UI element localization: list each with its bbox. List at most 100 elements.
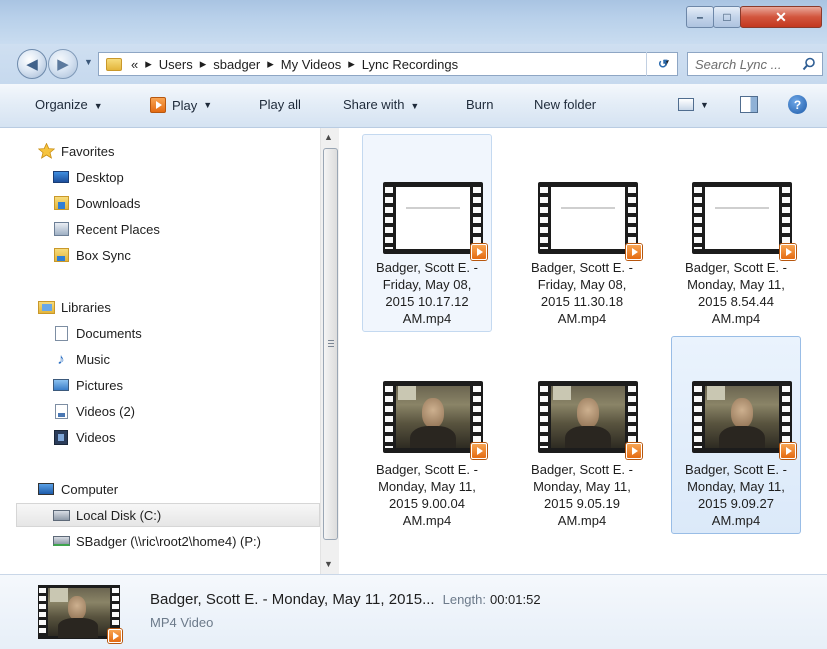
play-overlay-icon xyxy=(626,443,642,459)
overflow-chevron[interactable]: « xyxy=(131,57,138,72)
play-all-button[interactable]: Play all xyxy=(259,97,301,112)
nav-videos-2[interactable]: Videos (2) xyxy=(0,399,320,423)
play-label: Play xyxy=(172,97,198,113)
nav-label: Documents xyxy=(76,325,142,341)
search-icon[interactable] xyxy=(802,57,816,71)
title-bar: – □ ✕ xyxy=(0,0,827,44)
search-input[interactable] xyxy=(695,56,805,72)
back-button[interactable]: ◀ xyxy=(17,49,47,79)
grip-icon xyxy=(328,340,334,347)
back-arrow-icon: ◀ xyxy=(26,56,38,73)
nav-box-sync[interactable]: Box Sync xyxy=(0,243,320,267)
nav-local-disk[interactable]: Local Disk (C:) xyxy=(16,503,320,527)
nav-scrollbar[interactable]: ▲ ▼ xyxy=(320,128,339,574)
nav-network-drive[interactable]: SBadger (\\ric\root2\home4) (P:) xyxy=(0,529,320,553)
file-item[interactable]: Badger, Scott E. - Monday, May 11, 2015 9.… xyxy=(671,336,801,534)
views-icon xyxy=(678,98,694,111)
breadcrumb-my-videos[interactable]: My Videos xyxy=(281,57,341,72)
forward-button[interactable]: ▶ xyxy=(48,49,78,79)
maximize-icon: □ xyxy=(723,10,731,24)
breadcrumb-separator-icon[interactable]: ▸ xyxy=(348,56,355,72)
hard-drive-icon xyxy=(52,507,70,523)
search-box[interactable] xyxy=(687,52,823,76)
chevron-down-icon: ▼ xyxy=(203,100,213,110)
folder-icon xyxy=(52,247,70,263)
nav-desktop[interactable]: Desktop xyxy=(0,165,320,189)
share-with-label: Share with xyxy=(343,97,405,112)
nav-label: Pictures xyxy=(76,377,123,393)
breadcrumb-lync-recordings[interactable]: Lync Recordings xyxy=(362,57,458,72)
chevron-down-icon: ▼ xyxy=(700,99,709,110)
change-view-button[interactable]: ▼ xyxy=(678,98,709,111)
navigation-pane: Favorites Desktop Downloads Recent Place… xyxy=(0,128,320,574)
nav-libraries[interactable]: Libraries xyxy=(0,295,320,319)
pictures-icon xyxy=(52,377,70,393)
music-icon: ♪ xyxy=(57,350,65,368)
nav-music[interactable]: ♪ Music xyxy=(0,347,320,371)
breadcrumb-separator-icon[interactable]: ▸ xyxy=(145,56,152,72)
breadcrumb-sbadger[interactable]: sbadger xyxy=(213,57,260,72)
play-overlay-icon xyxy=(780,443,796,459)
nav-label: Local Disk (C:) xyxy=(76,507,162,523)
nav-label: Libraries xyxy=(61,299,111,315)
nav-recent-places[interactable]: Recent Places xyxy=(0,217,320,241)
burn-button[interactable]: Burn xyxy=(466,97,493,112)
video-thumbnail xyxy=(383,381,487,459)
breadcrumb-users[interactable]: Users xyxy=(159,57,193,72)
recent-pages-dropdown[interactable]: ▼ xyxy=(84,57,93,67)
file-item[interactable]: Badger, Scott E. - Friday, May 08, 2015 10… xyxy=(362,134,492,332)
file-item[interactable]: Badger, Scott E. - Monday, May 11, 2015 9.… xyxy=(362,336,492,534)
nav-downloads[interactable]: Downloads xyxy=(0,191,320,215)
scroll-thumb[interactable] xyxy=(323,148,338,540)
nav-documents[interactable]: Documents xyxy=(0,321,320,345)
recent-places-icon xyxy=(52,221,70,237)
length-label: Length: xyxy=(442,592,486,607)
nav-label: Box Sync xyxy=(76,247,131,263)
play-button[interactable]: Play ▼ xyxy=(150,97,212,113)
nav-label: Videos xyxy=(76,429,116,445)
close-button[interactable]: ✕ xyxy=(740,6,822,28)
scroll-up-arrow-icon[interactable]: ▲ xyxy=(324,132,333,142)
file-name: Badger, Scott E. - Monday, May 11, 2015 8.… xyxy=(685,260,787,326)
organize-button[interactable]: Organize ▼ xyxy=(35,97,103,112)
address-bar[interactable]: « ▸ Users ▸ sbadger ▸ My Videos ▸ Lync R… xyxy=(98,52,678,76)
breadcrumb-separator-icon[interactable]: ▸ xyxy=(267,56,274,72)
maximize-button[interactable]: □ xyxy=(713,6,741,28)
downloads-folder-icon xyxy=(52,195,70,211)
file-item[interactable]: Badger, Scott E. - Friday, May 08, 2015 11… xyxy=(517,134,647,332)
minimize-button[interactable]: – xyxy=(686,6,714,28)
scroll-down-arrow-icon[interactable]: ▼ xyxy=(324,559,333,569)
share-with-button[interactable]: Share with ▼ xyxy=(343,97,419,112)
nav-pictures[interactable]: Pictures xyxy=(0,373,320,397)
address-row: ◀ ▶ ▼ « ▸ Users ▸ sbadger ▸ My Videos ▸ … xyxy=(0,44,827,84)
nav-label: Favorites xyxy=(61,143,115,159)
file-item[interactable]: Badger, Scott E. - Monday, May 11, 2015 8.… xyxy=(671,134,801,332)
nav-label: Recent Places xyxy=(76,221,160,237)
nav-videos[interactable]: Videos xyxy=(0,425,320,449)
preview-pane-icon[interactable] xyxy=(740,96,758,113)
documents-icon xyxy=(52,325,70,341)
minimize-icon: – xyxy=(696,10,704,24)
file-name: Badger, Scott E. - Monday, May 11, 2015 9.… xyxy=(531,462,633,528)
details-file-type: MP4 Video xyxy=(150,615,214,630)
details-file-title: Badger, Scott E. - Monday, May 11, 2015.… xyxy=(150,591,541,608)
help-icon[interactable]: ? xyxy=(788,95,807,114)
close-icon: ✕ xyxy=(775,8,787,25)
play-icon xyxy=(150,97,166,113)
desktop-icon xyxy=(52,169,70,185)
nav-favorites[interactable]: Favorites xyxy=(0,139,320,163)
nav-computer[interactable]: Computer xyxy=(0,477,320,501)
file-name: Badger, Scott E. - Monday, May 11, 2015 9.… xyxy=(685,462,787,528)
new-folder-button[interactable]: New folder xyxy=(534,97,596,112)
video-library-icon xyxy=(52,403,70,419)
length-value: 00:01:52 xyxy=(489,592,541,607)
file-item[interactable]: Badger, Scott E. - Monday, May 11, 2015 9.… xyxy=(517,336,647,534)
breadcrumb-separator-icon[interactable]: ▸ xyxy=(200,56,207,72)
file-name: Badger, Scott E. - Friday, May 08, 2015 10… xyxy=(376,260,478,326)
refresh-button[interactable]: ↺ xyxy=(646,52,679,76)
video-thumbnail xyxy=(692,381,796,459)
video-thumbnail xyxy=(538,182,642,260)
nav-label: Music xyxy=(76,351,110,367)
chevron-down-icon: ▼ xyxy=(410,101,420,111)
command-bar: Organize ▼ Play ▼ Play all Share with ▼ Bur… xyxy=(0,84,827,128)
